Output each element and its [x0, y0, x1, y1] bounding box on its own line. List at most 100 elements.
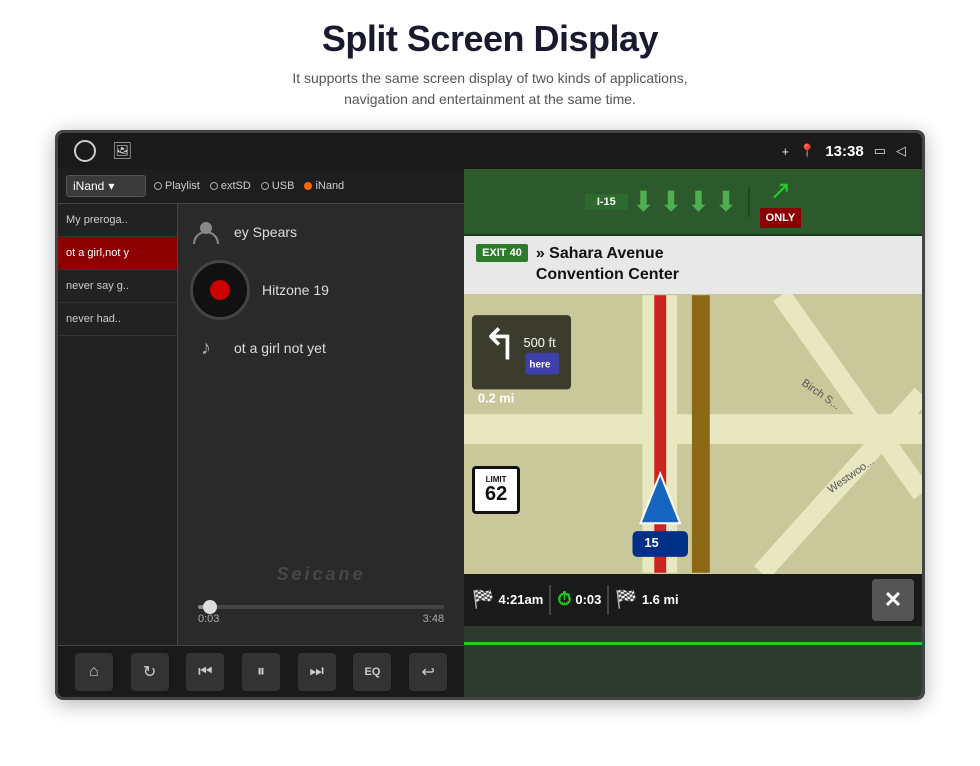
source-playlist-label: Playlist: [165, 180, 200, 192]
playlist-item-0[interactable]: My preroga..: [58, 204, 177, 237]
progress-thumb[interactable]: [203, 600, 217, 614]
music-panel: iNand ▾ Playlist extSD USB: [58, 169, 464, 697]
back-icon: ◁: [896, 143, 906, 159]
album-art-center: [210, 280, 230, 300]
arrow-down-1-icon: ⬇: [632, 185, 655, 218]
only-sign-group: ↗ ONLY: [760, 175, 802, 228]
repeat-button[interactable]: ↻: [131, 653, 169, 691]
page-title: Split Screen Display: [0, 18, 980, 60]
exit-street: » Sahara Avenue: [536, 244, 679, 265]
playlist-item-2[interactable]: never say g..: [58, 270, 177, 303]
music-note-icon: ♪: [190, 332, 222, 364]
source-label: iNand: [73, 179, 104, 193]
distance-value: 1.6 mi: [642, 592, 679, 607]
arrow-up-right-icon: ↗: [770, 175, 792, 206]
artist-row: ey Spears: [190, 216, 452, 248]
album-name: Hitzone 19: [262, 282, 329, 298]
artist-icon: [190, 216, 222, 248]
location-icon: 📍: [799, 143, 815, 159]
nav-separator-2: [607, 585, 609, 615]
radio-usb-dot: [261, 182, 269, 190]
source-bar: iNand ▾ Playlist extSD USB: [58, 169, 464, 204]
progress-bar[interactable]: [198, 605, 444, 609]
image-icon: 🖼: [112, 141, 132, 161]
eq-button[interactable]: EQ: [353, 653, 391, 691]
player-body: My preroga.. ot a girl,not y never say g…: [58, 204, 464, 645]
svg-text:↰: ↰: [482, 321, 519, 369]
nav-progress-bar: [464, 642, 922, 645]
source-extsd-label: extSD: [221, 180, 251, 192]
arrow-down-4-icon: ⬇: [714, 185, 737, 218]
nav-eta: 🏁 4:21am: [472, 589, 543, 610]
speed-limit-sign: LIMIT 62: [472, 466, 520, 514]
playlist-item-1[interactable]: ot a girl,not y: [58, 237, 177, 270]
arrow-down-3-icon: ⬇: [687, 185, 710, 218]
svg-text:here: here: [529, 359, 550, 370]
duration-value: 0:03: [575, 592, 601, 607]
sign-divider: [748, 187, 750, 217]
source-extsd[interactable]: extSD: [210, 180, 251, 192]
album-row: Hitzone 19: [190, 260, 452, 320]
highway-id-label: I-15: [585, 194, 628, 210]
source-inand[interactable]: iNand: [304, 180, 344, 192]
nav-separator-1: [549, 585, 551, 615]
back-button[interactable]: ↩: [409, 653, 447, 691]
status-right: + 📍 13:38 ▭ ◁: [782, 143, 906, 160]
radio-playlist-dot: [154, 182, 162, 190]
track-info: ey Spears Hitzone 19 ♪: [190, 216, 452, 597]
status-left: 🖼: [74, 140, 132, 162]
track-row: ♪ ot a girl not yet: [190, 332, 452, 364]
track-name: ot a girl not yet: [234, 340, 326, 356]
player-main: ey Spears Hitzone 19 ♪: [178, 204, 464, 645]
radio-inand-dot: [304, 182, 312, 190]
svg-text:15: 15: [644, 535, 658, 550]
window-icon: ▭: [874, 143, 886, 159]
clock-icon: ⏱: [557, 589, 571, 610]
next-button[interactable]: ⏭: [298, 653, 336, 691]
nav-panel: I-15 ⬇ ⬇ ⬇ ⬇ ↗ ONLY EXIT 40 » Sahara Ave…: [464, 169, 922, 697]
status-time: 13:38: [825, 143, 863, 160]
svg-text:500 ft: 500 ft: [524, 334, 557, 349]
source-usb-label: USB: [272, 180, 295, 192]
nav-close-button[interactable]: ✕: [872, 579, 914, 621]
progress-area: 0:03 3:48: [190, 597, 452, 633]
status-bar: 🖼 + 📍 13:38 ▭ ◁: [58, 133, 922, 169]
nav-distance: 🏁 1.6 mi: [615, 589, 866, 610]
playlist-item-3[interactable]: never had..: [58, 303, 177, 336]
dropdown-arrow-icon: ▾: [108, 179, 114, 193]
nav-bottom-bar: 🏁 4:21am ⏱ 0:03 🏁 1.6 mi ✕: [464, 574, 922, 626]
home-button[interactable]: ⌂: [75, 653, 113, 691]
exit-place: Convention Center: [536, 265, 679, 286]
source-playlist[interactable]: Playlist: [154, 180, 200, 192]
flag-end-icon: 🏁: [615, 589, 637, 610]
progress-total: 3:48: [423, 613, 444, 625]
arrow-down-2-icon: ⬇: [659, 185, 682, 218]
prev-button[interactable]: ⏮: [186, 653, 224, 691]
only-label: ONLY: [760, 208, 802, 228]
map-area: Birch S... Westwoo... ↰ 500 ft here 0.2 …: [464, 294, 922, 574]
flag-start-icon: 🏁: [472, 589, 494, 610]
progress-times: 0:03 3:48: [190, 609, 452, 625]
album-art: [190, 260, 250, 320]
exit-destination: » Sahara Avenue Convention Center: [536, 244, 679, 286]
source-inand-label: iNand: [315, 180, 344, 192]
transport-bar: ⌂ ↻ ⏮ ⏸ ⏭ EQ ↩: [58, 645, 464, 697]
exit-badge: EXIT 40: [476, 244, 528, 262]
artist-name: ey Spears: [234, 224, 297, 240]
nav-duration: ⏱ 0:03: [557, 589, 601, 610]
play-pause-button[interactable]: ⏸: [242, 653, 280, 691]
home-circle-icon: [74, 140, 96, 162]
player-main-wrapper: ey Spears Hitzone 19 ♪: [178, 204, 464, 645]
highway-sign: I-15 ⬇ ⬇ ⬇ ⬇ ↗ ONLY: [464, 169, 922, 236]
source-dropdown[interactable]: iNand ▾: [66, 175, 146, 197]
device-frame: 🖼 + 📍 13:38 ▭ ◁ iNand ▾ Playlist: [55, 130, 925, 700]
page-subtitle: It supports the same screen display of t…: [0, 68, 980, 110]
main-content: iNand ▾ Playlist extSD USB: [58, 169, 922, 697]
progress-current: 0:03: [198, 613, 219, 625]
source-usb[interactable]: USB: [261, 180, 295, 192]
exit-banner: EXIT 40 » Sahara Avenue Convention Cente…: [464, 236, 922, 294]
radio-extsd-dot: [210, 182, 218, 190]
speed-limit-value: 62: [485, 484, 507, 504]
svg-text:0.2 mi: 0.2 mi: [478, 390, 515, 405]
page-header: Split Screen Display It supports the sam…: [0, 0, 980, 120]
